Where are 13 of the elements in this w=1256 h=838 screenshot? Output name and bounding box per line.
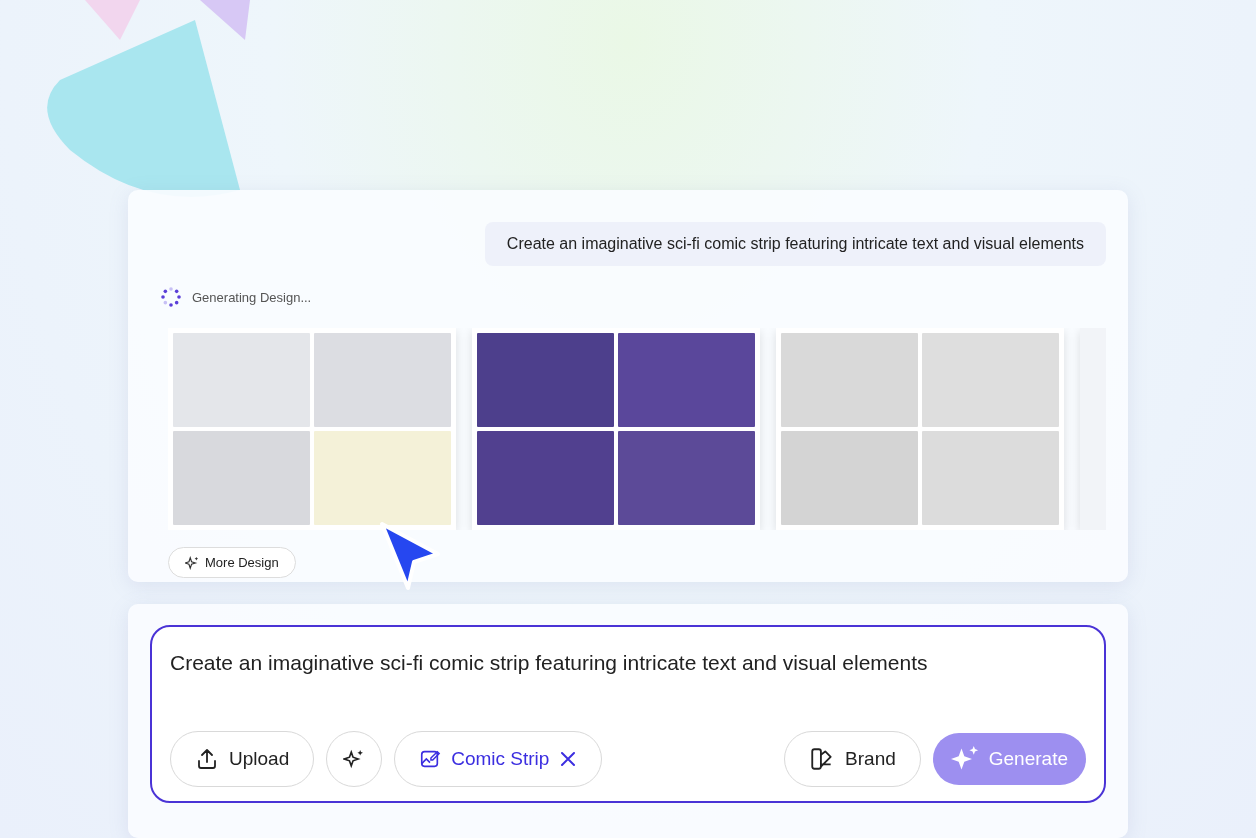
status-text: Generating Design... — [192, 289, 312, 305]
brand-button[interactable]: Brand — [784, 731, 921, 788]
chip-label: Comic Strip — [451, 748, 550, 771]
upload-button[interactable]: Upload — [170, 731, 315, 788]
more-design-button[interactable]: More Design — [168, 547, 296, 578]
close-icon[interactable] — [559, 750, 578, 769]
comic-strip-chip[interactable]: Comic Strip — [394, 731, 603, 788]
sparkle-icon — [185, 555, 199, 570]
spinner-icon — [160, 286, 182, 308]
prompt-text: Create an imaginative sci-fi comic strip featuring intricate text and visual elements — [170, 651, 929, 676]
upload-icon — [195, 747, 219, 772]
prompt-message: Create an imaginative sci-fi comic strip featuring intricate text and visual elements — [484, 222, 1106, 266]
comic-preview[interactable] — [472, 328, 760, 530]
